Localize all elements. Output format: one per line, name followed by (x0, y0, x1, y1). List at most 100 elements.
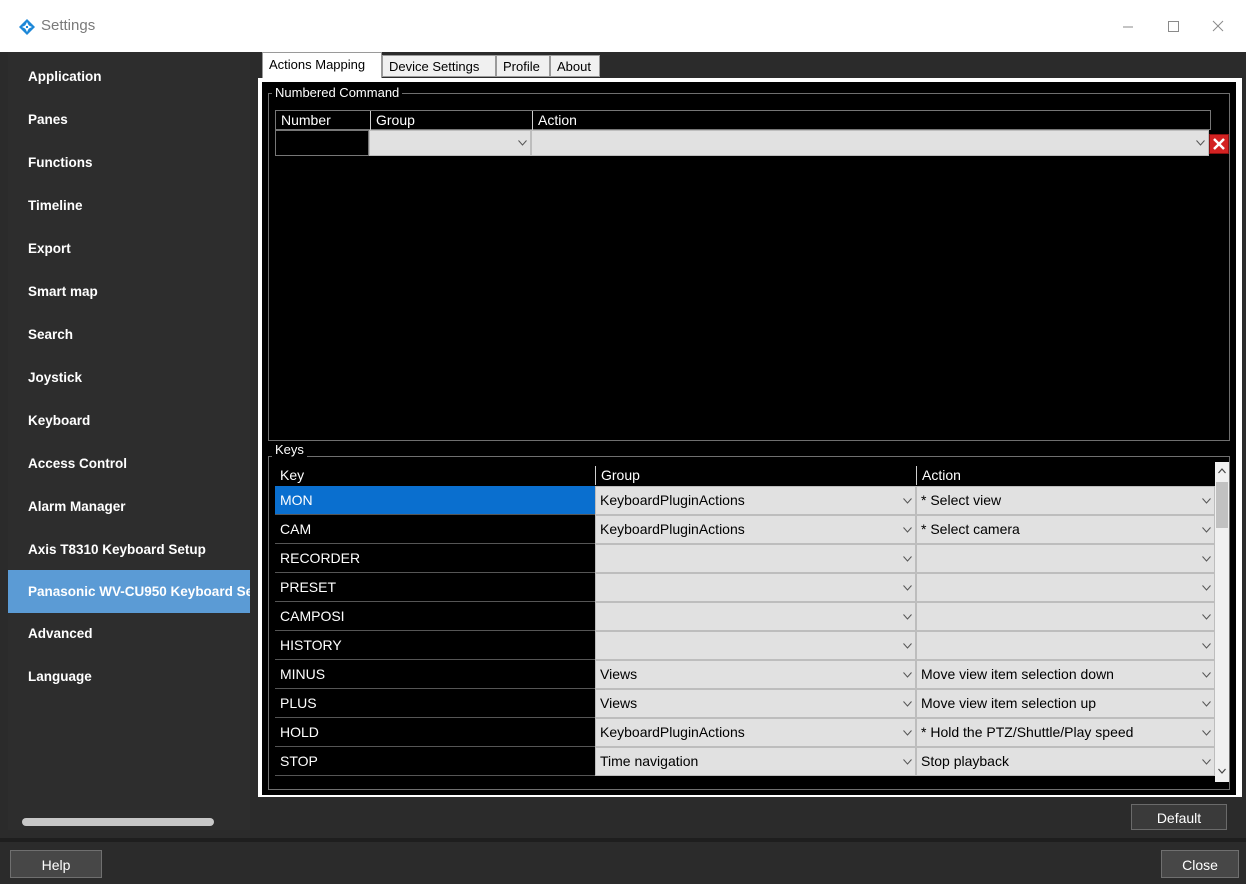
action-dropdown[interactable]: * Select camera (916, 515, 1215, 544)
tab-profile[interactable]: Profile (496, 55, 550, 77)
tab-device-settings[interactable]: Device Settings (382, 55, 496, 77)
column-header-action[interactable]: Action (532, 111, 1210, 130)
action-dropdown[interactable]: Move view item selection up (916, 689, 1215, 718)
delete-command-button[interactable] (1209, 134, 1229, 154)
keys-vertical-scrollbar[interactable] (1215, 462, 1229, 782)
group-dropdown[interactable] (595, 631, 916, 660)
chevron-up-icon[interactable] (1215, 462, 1229, 480)
sidebar-item-joystick[interactable]: Joystick (8, 356, 250, 399)
sidebar-item-keyboard[interactable]: Keyboard (8, 399, 250, 442)
chevron-down-icon (1202, 671, 1211, 678)
sidebar-item-panes[interactable]: Panes (8, 98, 250, 141)
key-cell[interactable]: CAMPOSI (275, 602, 595, 631)
group-dropdown[interactable] (595, 602, 916, 631)
group-dropdown-value: KeyboardPluginActions (600, 492, 745, 508)
key-cell[interactable]: RECORDER (275, 544, 595, 573)
group-dropdown[interactable]: Time navigation (595, 747, 916, 776)
sidebar-item-access-control[interactable]: Access Control (8, 442, 250, 485)
compass-diamond-icon (19, 19, 35, 35)
numbered-command-header: Number Group Action (275, 110, 1211, 130)
sidebar-item-panasonic-keyboard-setup[interactable]: Panasonic WV-CU950 Keyboard Setup (8, 570, 250, 613)
key-cell[interactable]: HISTORY (275, 631, 595, 660)
sidebar-item-timeline[interactable]: Timeline (8, 184, 250, 227)
column-header-action[interactable]: Action (916, 466, 1215, 485)
tab-about[interactable]: About (550, 55, 600, 77)
action-dropdown[interactable] (916, 602, 1215, 631)
key-cell[interactable]: STOP (275, 747, 595, 776)
chevron-down-icon (903, 497, 912, 504)
delete-x-icon (1213, 138, 1225, 150)
sidebar-horizontal-scrollbar[interactable] (22, 818, 214, 826)
key-cell[interactable]: MON (275, 486, 595, 515)
column-header-number[interactable]: Number (276, 111, 370, 130)
group-dropdown-value: KeyboardPluginActions (600, 521, 745, 537)
chevron-down-icon (1202, 526, 1211, 533)
close-window-button[interactable] (1201, 12, 1235, 40)
tab-actions-mapping[interactable]: Actions Mapping (262, 52, 382, 79)
sidebar-item-language[interactable]: Language (8, 655, 250, 698)
chevron-down-icon (903, 642, 912, 649)
default-button[interactable]: Default (1131, 804, 1227, 830)
sidebar-item-smart-map[interactable]: Smart map (8, 270, 250, 313)
group-dropdown[interactable]: KeyboardPluginActions (595, 515, 916, 544)
action-dropdown[interactable]: * Hold the PTZ/Shuttle/Play speed (916, 718, 1215, 747)
sidebar-item-application[interactable]: Application (8, 55, 250, 98)
group-dropdown[interactable]: KeyboardPluginActions (595, 486, 916, 515)
scrollbar-thumb[interactable] (1216, 482, 1228, 528)
number-cell[interactable] (275, 130, 369, 156)
sidebar-item-axis-t8310-keyboard-setup[interactable]: Axis T8310 Keyboard Setup (8, 528, 250, 571)
chevron-down-icon (1202, 642, 1211, 649)
column-header-key[interactable]: Key (275, 466, 595, 485)
chevron-down-icon (903, 526, 912, 533)
settings-sidebar: Application Panes Functions Timeline Exp… (8, 52, 250, 830)
sidebar-item-alarm-manager[interactable]: Alarm Manager (8, 485, 250, 528)
table-row: PRESET (275, 573, 1215, 602)
minimize-button[interactable] (1111, 12, 1145, 40)
action-dropdown[interactable] (916, 573, 1215, 602)
settings-window: Settings Application Panes Functions Tim… (0, 0, 1246, 884)
table-row: MINUS Views Move view item selection dow… (275, 660, 1215, 689)
action-dropdown[interactable] (531, 130, 1209, 156)
close-button[interactable]: Close (1161, 850, 1239, 878)
action-dropdown[interactable]: Move view item selection down (916, 660, 1215, 689)
action-dropdown[interactable]: Stop playback (916, 747, 1215, 776)
chevron-down-icon (903, 584, 912, 591)
sidebar-item-functions[interactable]: Functions (8, 141, 250, 184)
key-cell[interactable]: PLUS (275, 689, 595, 718)
keys-header: Key Group Action (275, 466, 1215, 486)
action-dropdown[interactable] (916, 544, 1215, 573)
table-row: CAM KeyboardPluginActions * Select camer… (275, 515, 1215, 544)
chevron-down-icon (903, 555, 912, 562)
column-header-group[interactable]: Group (370, 111, 532, 130)
group-dropdown[interactable] (369, 130, 531, 156)
sidebar-item-search[interactable]: Search (8, 313, 250, 356)
column-header-group[interactable]: Group (595, 466, 916, 485)
action-dropdown[interactable]: * Select view (916, 486, 1215, 515)
group-dropdown[interactable]: Views (595, 660, 916, 689)
footer-divider (0, 838, 1246, 842)
group-dropdown[interactable]: Views (595, 689, 916, 718)
group-dropdown[interactable] (595, 544, 916, 573)
chevron-down-icon (903, 613, 912, 620)
chevron-down-icon[interactable] (1215, 762, 1229, 780)
group-dropdown[interactable]: KeyboardPluginActions (595, 718, 916, 747)
chevron-down-icon (1202, 758, 1211, 765)
sidebar-item-export[interactable]: Export (8, 227, 250, 270)
key-cell[interactable]: CAM (275, 515, 595, 544)
action-dropdown-value: * Select view (921, 492, 1002, 508)
key-cell[interactable]: HOLD (275, 718, 595, 747)
key-cell[interactable]: PRESET (275, 573, 595, 602)
group-dropdown[interactable] (595, 573, 916, 602)
key-cell[interactable]: MINUS (275, 660, 595, 689)
help-button[interactable]: Help (10, 850, 102, 878)
maximize-button[interactable] (1156, 12, 1190, 40)
minimize-icon (1123, 26, 1133, 28)
chevron-down-icon (1202, 729, 1211, 736)
action-dropdown-value: Move view item selection up (921, 695, 1097, 711)
table-row: HOLD KeyboardPluginActions * Hold the PT… (275, 718, 1215, 747)
chevron-down-icon (1196, 140, 1205, 146)
table-row: CAMPOSI (275, 602, 1215, 631)
action-dropdown[interactable] (916, 631, 1215, 660)
sidebar-item-advanced[interactable]: Advanced (8, 612, 250, 655)
group-dropdown-value: Time navigation (600, 753, 699, 769)
